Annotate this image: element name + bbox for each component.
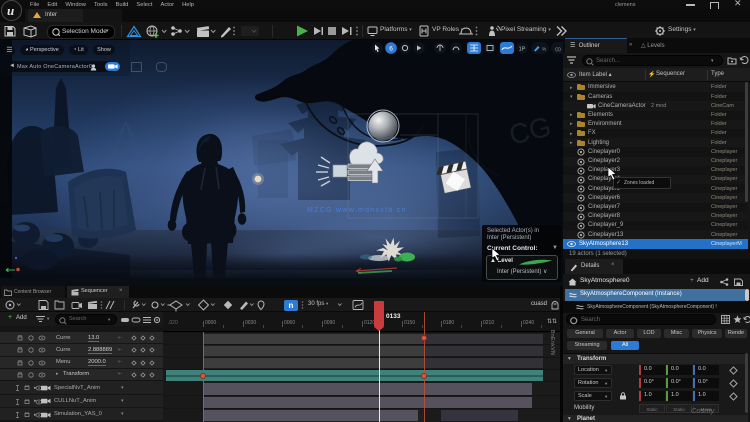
svg-text:6: 6	[389, 46, 393, 53]
svg-text:⅔: ⅔	[542, 47, 546, 52]
svg-text:1P: 1P	[519, 47, 526, 53]
svg-text:MZCG www.mdnxxfb.cn: MZCG www.mdnxxfb.cn	[307, 207, 407, 214]
svg-text:(1): (1)	[555, 47, 561, 52]
